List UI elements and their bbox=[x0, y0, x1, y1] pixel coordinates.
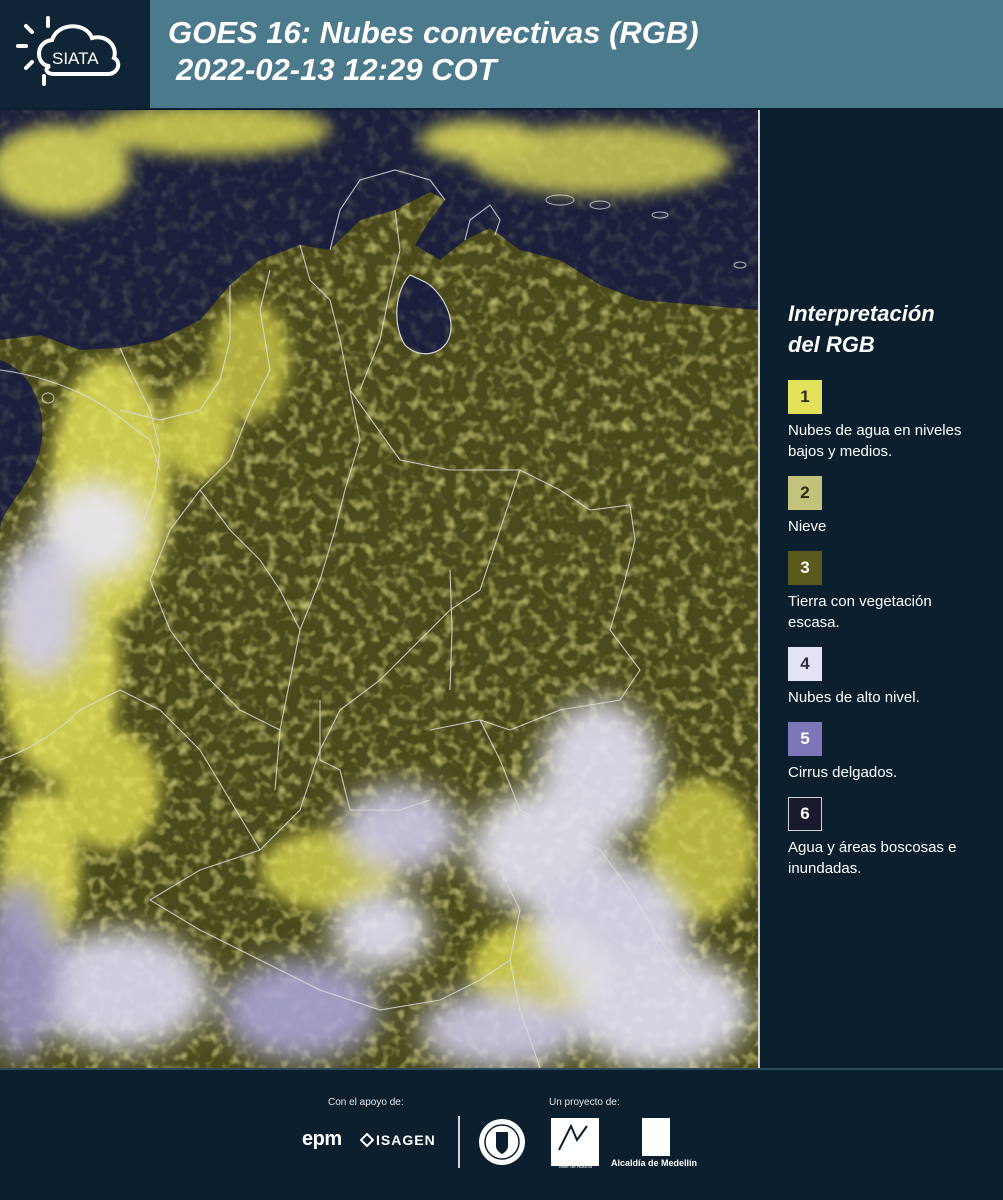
legend-swatch: 3 bbox=[788, 551, 822, 585]
siata-logo-icon[interactable]: SIATA bbox=[14, 12, 134, 94]
legend-swatch: 2 bbox=[788, 476, 822, 510]
area-metropolitana-text: METROPOLITANA Valle de Aburrá bbox=[551, 1158, 599, 1170]
legend-swatch: 5 bbox=[788, 722, 822, 756]
alcaldia-shield-icon[interactable] bbox=[642, 1118, 670, 1156]
title-line-2: 2022-02-13 12:29 COT bbox=[176, 52, 497, 87]
page-title: GOES 16: Nubes convectivas (RGB) 2022-02-… bbox=[168, 14, 699, 88]
isagen-logo[interactable]: ISAGEN bbox=[376, 1132, 436, 1148]
legend-title-line-1: Interpretación bbox=[788, 301, 935, 326]
legend-title: Interpretación del RGB bbox=[788, 298, 988, 360]
legend-item: 3 Tierra con vegetación escasa. bbox=[788, 551, 988, 633]
satellite-map[interactable] bbox=[0, 110, 758, 1068]
footer-separator bbox=[458, 1116, 460, 1168]
footer-divider bbox=[0, 1068, 1003, 1070]
epm-logo[interactable]: epm bbox=[302, 1128, 342, 1151]
legend-label: Nieve bbox=[788, 518, 827, 535]
legend-label: Nubes de agua en niveles bajos y medios. bbox=[788, 422, 962, 460]
alcaldia-label: Alcaldía de Medellín bbox=[611, 1158, 698, 1168]
legend-item: 1 Nubes de agua en niveles bajos y medio… bbox=[788, 380, 988, 462]
legend-panel: Interpretación del RGB 1 Nubes de agua e… bbox=[788, 298, 988, 893]
project-label: Un proyecto de: bbox=[549, 1097, 620, 1108]
title-line-1: GOES 16: Nubes convectivas (RGB) bbox=[168, 15, 699, 50]
medellin-seal-icon[interactable] bbox=[478, 1118, 526, 1166]
legend-swatch: 6 bbox=[788, 797, 822, 831]
logo-text: SIATA bbox=[52, 49, 99, 68]
header-bar: SIATA GOES 16: Nubes convectivas (RGB) 20… bbox=[0, 0, 1003, 108]
legend-swatch: 4 bbox=[788, 647, 822, 681]
legend-label: Agua y áreas boscosas e inundadas. bbox=[788, 839, 957, 877]
map-canvas bbox=[0, 110, 758, 1068]
legend-label: Nubes de alto nivel. bbox=[788, 689, 920, 706]
support-label: Con el apoyo de: bbox=[328, 1097, 404, 1108]
legend-swatch: 1 bbox=[788, 380, 822, 414]
legend-label: Cirrus delgados. bbox=[788, 764, 898, 781]
legend-item: 4 Nubes de alto nivel. bbox=[788, 647, 988, 708]
legend-item: 2 Nieve bbox=[788, 476, 988, 537]
legend-label: Tierra con vegetación escasa. bbox=[788, 593, 932, 631]
legend-item: 5 Cirrus delgados. bbox=[788, 722, 988, 783]
legend-item: 6 Agua y áreas boscosas e inundadas. bbox=[788, 797, 988, 879]
metro-line-2: Valle de Aburrá bbox=[558, 1164, 592, 1170]
legend-title-line-2: del RGB bbox=[788, 332, 875, 357]
legend-items: 1 Nubes de agua en niveles bajos y medio… bbox=[788, 380, 988, 879]
isagen-logo-icon bbox=[360, 1133, 374, 1147]
